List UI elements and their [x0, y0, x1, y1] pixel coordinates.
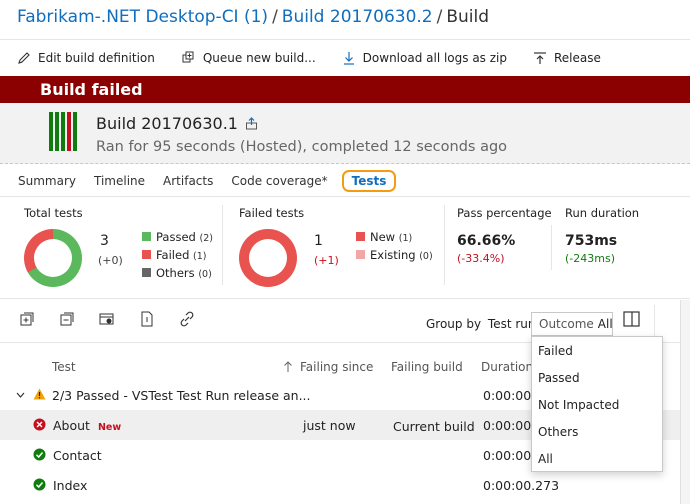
toolbar-divider — [654, 305, 655, 339]
test-name: Contact — [53, 448, 102, 463]
link-icon[interactable] — [178, 310, 196, 328]
collapse-all-icon[interactable] — [58, 310, 76, 328]
group-by-value: Test run — [487, 317, 536, 331]
pass-percentage-delta: (-33.4%) — [457, 252, 505, 265]
legend-new: New (1) — [356, 229, 433, 247]
breadcrumb-separator: / — [436, 7, 443, 27]
download-logs-label: Download all logs as zip — [362, 50, 507, 65]
share-icon[interactable] — [245, 117, 258, 130]
bug-icon[interactable] — [98, 310, 116, 328]
test-name: Index — [53, 478, 88, 493]
total-tests-donut — [24, 229, 82, 287]
group-by-label: Group by — [426, 317, 482, 331]
failing-build-cell: Current build — [393, 419, 475, 434]
total-tests-delta: (+0) — [98, 254, 123, 267]
failed-tests-value: 1 — [314, 233, 323, 249]
legend-failed: Failed (1) — [142, 247, 213, 265]
queue-build-icon — [182, 51, 194, 63]
outcome-option-not-impacted[interactable]: Not Impacted — [538, 398, 619, 412]
summary-divider — [551, 225, 552, 270]
col-header-failing-since[interactable]: Failing since — [282, 360, 373, 374]
build-name: Build 20170630.1 — [96, 114, 238, 133]
expand-all-icon[interactable] — [18, 310, 36, 328]
pass-percentage-value: 66.66% — [457, 233, 516, 249]
build-status-icon — [49, 112, 77, 151]
failed-tests-delta: (+1) — [314, 254, 339, 267]
duration-cell: 0:00:00.273 — [483, 478, 560, 493]
run-duration-label: Run duration — [565, 206, 640, 220]
total-tests-legend: Passed (2) Failed (1) Others (0) — [142, 229, 213, 283]
edit-build-definition-label: Edit build definition — [38, 50, 155, 65]
breadcrumb: Fabrikam-.NET Desktop-CI (1) / Build 20170… — [17, 7, 489, 27]
legend-others: Others (0) — [142, 265, 213, 283]
summary-divider — [444, 205, 445, 285]
pass-percentage-label: Pass percentage — [457, 206, 552, 220]
release-label: Release — [554, 50, 601, 65]
failed-icon — [33, 418, 46, 431]
outcome-value: All — [597, 317, 613, 331]
table-row[interactable]: Index 0:00:00.273 — [0, 470, 690, 500]
col-header-duration[interactable]: Duration — [481, 360, 533, 374]
col-header-test[interactable]: Test — [52, 360, 76, 374]
build-header: Build 20170630.1 Ran for 95 seconds (Hos… — [0, 103, 690, 164]
details-pane-icon[interactable] — [622, 310, 642, 328]
run-duration-delta: (-243ms) — [565, 252, 615, 265]
outcome-filter[interactable]: Outcome All — [531, 312, 613, 336]
outcome-option-others[interactable]: Others — [538, 425, 578, 439]
outcome-option-all[interactable]: All — [538, 452, 553, 466]
tab-bar: Summary Timeline Artifacts Code coverage… — [18, 170, 414, 192]
release-button[interactable]: Release — [533, 51, 601, 65]
group-label: 2/3 Passed - VSTest Test Run release an.… — [52, 388, 311, 403]
results-toolbar — [18, 310, 196, 328]
queue-new-build-button[interactable]: Queue new build... — [181, 50, 316, 65]
failed-tests-label: Failed tests — [239, 206, 305, 220]
sort-up-icon — [284, 361, 292, 372]
failing-since-cell: just now — [303, 418, 356, 433]
legend-existing: Existing (0) — [356, 247, 433, 265]
breadcrumb-build-link[interactable]: Build 20170630.2 — [282, 7, 433, 27]
col-header-failing-build[interactable]: Failing build — [391, 360, 463, 374]
test-name: About New — [53, 418, 122, 433]
edit-build-definition-button[interactable]: Edit build definition — [17, 51, 155, 65]
tabs-divider — [0, 196, 690, 197]
warning-icon — [33, 388, 46, 400]
tab-tests[interactable]: Tests — [341, 170, 397, 192]
passed-icon — [33, 448, 46, 461]
failed-tests-legend: New (1) Existing (0) — [356, 229, 433, 265]
tab-code-coverage[interactable]: Code coverage* — [231, 174, 327, 188]
legend-passed: Passed (2) — [142, 229, 213, 247]
build-subtitle: Ran for 95 seconds (Hosted), completed 1… — [96, 139, 508, 155]
breadcrumb-current: Build — [446, 7, 490, 27]
total-tests-label: Total tests — [24, 206, 83, 220]
new-badge: New — [97, 422, 122, 433]
pencil-icon — [18, 51, 30, 64]
download-logs-button[interactable]: Download all logs as zip — [342, 51, 507, 65]
release-icon — [534, 51, 546, 64]
summary-divider — [222, 205, 223, 285]
outcome-dropdown-menu: Failed Passed Not Impacted Others All — [531, 336, 663, 472]
outcome-option-failed[interactable]: Failed — [538, 344, 573, 358]
breadcrumb-project-link[interactable]: Fabrikam-.NET Desktop-CI (1) — [17, 7, 268, 27]
document-icon[interactable] — [138, 310, 156, 328]
total-tests-value: 3 — [100, 233, 109, 249]
outcome-label: Outcome — [539, 317, 594, 331]
breadcrumb-separator: / — [272, 7, 278, 27]
download-icon — [343, 51, 354, 65]
outcome-option-passed[interactable]: Passed — [538, 371, 580, 385]
tab-summary[interactable]: Summary — [18, 174, 76, 188]
toolbar: Edit build definition Queue new build...… — [0, 39, 690, 75]
run-duration-value: 753ms — [565, 233, 618, 249]
tab-timeline[interactable]: Timeline — [94, 174, 145, 188]
passed-icon — [33, 478, 46, 491]
build-failed-banner: Build failed — [0, 76, 690, 103]
section-divider — [0, 298, 690, 299]
details-pane-edge — [680, 300, 690, 504]
group-by-control[interactable]: Group by Test run — [426, 317, 536, 331]
build-title: Build 20170630.1 — [96, 114, 258, 133]
tab-artifacts[interactable]: Artifacts — [163, 174, 213, 188]
chevron-down-icon[interactable] — [16, 392, 25, 399]
queue-new-build-label: Queue new build... — [202, 50, 316, 65]
failed-tests-donut — [239, 229, 297, 287]
